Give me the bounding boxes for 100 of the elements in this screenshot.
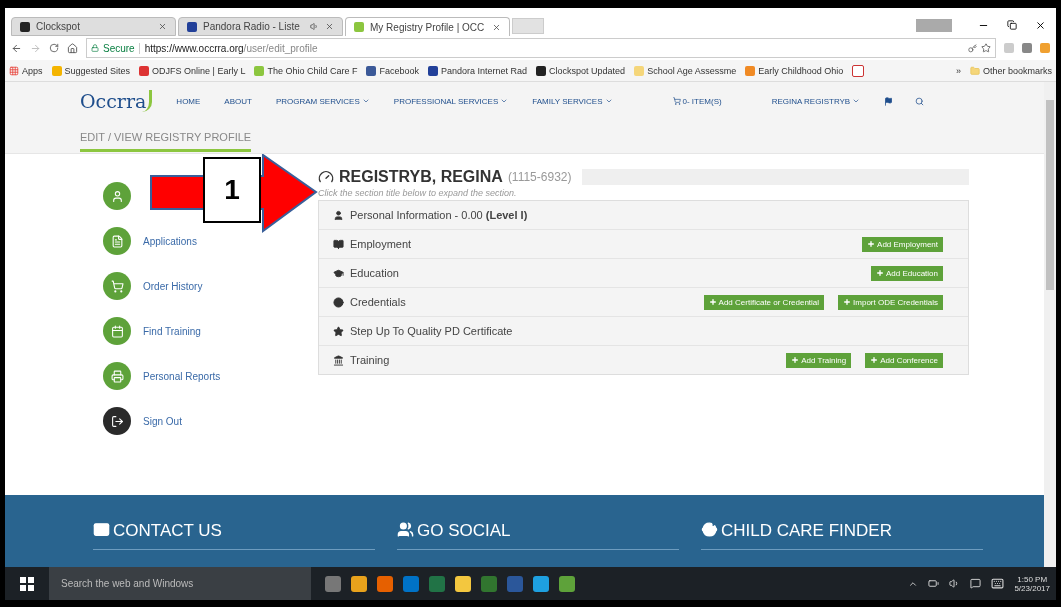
app-icon[interactable] xyxy=(377,575,393,592)
bookmark[interactable]: Suggested Sites xyxy=(51,65,131,76)
app-icon[interactable] xyxy=(533,575,549,592)
close-icon[interactable] xyxy=(1035,19,1046,31)
scrollbar-thumb[interactable] xyxy=(1046,100,1054,290)
sidebar-icon xyxy=(103,182,131,210)
speaker-icon[interactable] xyxy=(310,22,319,31)
section-icon xyxy=(333,238,344,250)
app-icon[interactable] xyxy=(455,575,471,592)
site-icon xyxy=(20,21,30,32)
sidebar-icon xyxy=(103,362,131,390)
search-icon[interactable] xyxy=(915,96,925,106)
nav-link[interactable]: ABOUT xyxy=(224,96,252,106)
plus-icon xyxy=(867,240,876,248)
section-icon xyxy=(333,354,344,366)
sidebar-item[interactable]: Order History xyxy=(103,272,203,300)
sidebar-item[interactable]: Find Training xyxy=(103,317,201,345)
site-logo[interactable]: Occrra xyxy=(80,90,153,112)
windows-icon[interactable] xyxy=(20,576,34,591)
people-icon xyxy=(397,521,414,538)
url-text: https://www.occrra.org/user/edit_profile xyxy=(138,42,318,54)
caret-icon xyxy=(361,97,370,105)
key-icon[interactable] xyxy=(968,43,977,53)
keyboard-icon[interactable] xyxy=(991,577,1005,590)
sidebar-icon xyxy=(103,227,131,255)
plus-icon xyxy=(843,298,852,306)
sidebar-icon xyxy=(103,272,131,300)
more-bookmarks-button[interactable]: » xyxy=(955,65,961,76)
section-title[interactable]: Training xyxy=(350,354,773,366)
plus-icon xyxy=(708,298,717,306)
plus-icon xyxy=(870,356,879,364)
caret-icon xyxy=(500,97,509,105)
address-bar[interactable]: Secure https://www.occrra.org/user/edit_profile xyxy=(86,38,996,58)
section-icon xyxy=(333,296,344,308)
nav-link[interactable]: PROGRAM SERVICES xyxy=(275,96,370,106)
site-icon xyxy=(536,65,547,76)
sidebar-icon xyxy=(103,407,131,435)
site-icon xyxy=(254,65,265,76)
section-title[interactable]: Personal Information - 0.00 (Level I) xyxy=(350,209,943,221)
bookmark[interactable]: Pandora Internet Rad xyxy=(428,65,528,76)
bookmark[interactable]: Facebook xyxy=(366,65,419,76)
nav-link[interactable]: HOME xyxy=(176,96,201,106)
sidebar-item[interactable]: Sign Out xyxy=(103,407,182,435)
apps-grid-icon xyxy=(9,65,19,76)
site-icon xyxy=(51,65,62,76)
browser-tab[interactable]: Pandora Radio - Liste xyxy=(178,17,343,36)
step-number: 1 xyxy=(203,157,261,223)
section-title[interactable]: Employment xyxy=(350,238,849,250)
sidebar-icon xyxy=(103,317,131,345)
home-icon[interactable] xyxy=(67,42,78,54)
bookmark[interactable]: Clockspot Updated xyxy=(536,65,626,76)
app-icon[interactable] xyxy=(351,575,367,592)
search-field[interactable]: Search the web and Windows xyxy=(49,567,311,600)
plus-icon xyxy=(791,356,800,364)
bookmark[interactable]: Early Childhood Ohio xyxy=(745,65,844,76)
bookmark[interactable]: The Ohio Child Care F xyxy=(254,65,358,76)
hint-text: Click the section title below to expand the section. xyxy=(318,188,518,198)
site-icon xyxy=(366,65,377,76)
notification-icon[interactable] xyxy=(970,578,982,589)
app-icon[interactable] xyxy=(559,575,575,592)
profile-id: (1115-6932) xyxy=(507,170,572,184)
nav-link[interactable]: PROFESSIONAL SERVICES xyxy=(393,96,509,106)
footer-heading: GO SOCIAL xyxy=(417,521,511,541)
lock-icon xyxy=(91,44,99,52)
footer-heading: CONTACT US xyxy=(113,521,222,541)
site-icon xyxy=(139,65,150,76)
reload-icon[interactable] xyxy=(49,43,59,53)
section-icon xyxy=(333,267,344,279)
footer-heading: CHILD CARE FINDER xyxy=(721,521,892,541)
site-icon xyxy=(354,22,364,32)
back-icon[interactable] xyxy=(11,42,22,54)
plus-icon xyxy=(875,269,884,277)
site-icon xyxy=(634,65,645,76)
browser-tab[interactable]: My Registry Profile | OCC xyxy=(345,17,510,36)
section-title[interactable]: Step Up To Quality PD Certificate xyxy=(350,325,943,337)
sidebar-item[interactable] xyxy=(103,182,131,210)
flag-icon[interactable] xyxy=(884,96,894,106)
folder-icon xyxy=(969,65,980,76)
clock[interactable]: 1:50 PM 5/23/2017 xyxy=(1014,574,1050,593)
restore-icon[interactable] xyxy=(1007,20,1017,30)
dashboard-icon xyxy=(318,169,334,185)
cart-link[interactable]: 0- ITEM(S) xyxy=(672,96,722,106)
site-icon xyxy=(745,65,756,76)
section-title[interactable]: Credentials xyxy=(350,296,690,308)
checkbox-icon[interactable] xyxy=(852,64,865,77)
section-title[interactable]: Education xyxy=(350,267,857,279)
sidebar-item[interactable]: Personal Reports xyxy=(103,362,221,390)
nav-link[interactable]: FAMILY SERVICES xyxy=(532,96,613,106)
browser-tab[interactable]: Clockspot xyxy=(11,17,176,36)
envelope-icon xyxy=(93,521,110,538)
section-icon xyxy=(333,325,344,337)
user-menu[interactable]: REGINA REGISTRYB xyxy=(771,96,861,106)
bookmark[interactable]: Apps xyxy=(9,65,43,76)
bookmark[interactable]: School Age Assessme xyxy=(634,65,737,76)
bookmark-folder[interactable]: Other bookmarks xyxy=(969,65,1052,76)
bookmark[interactable]: ODJFS Online | Early L xyxy=(139,65,246,76)
bookmark-star-icon[interactable] xyxy=(981,43,991,53)
battery-icon[interactable] xyxy=(928,578,940,589)
caret-icon xyxy=(604,97,613,105)
sidebar-item[interactable]: Applications xyxy=(103,227,197,255)
